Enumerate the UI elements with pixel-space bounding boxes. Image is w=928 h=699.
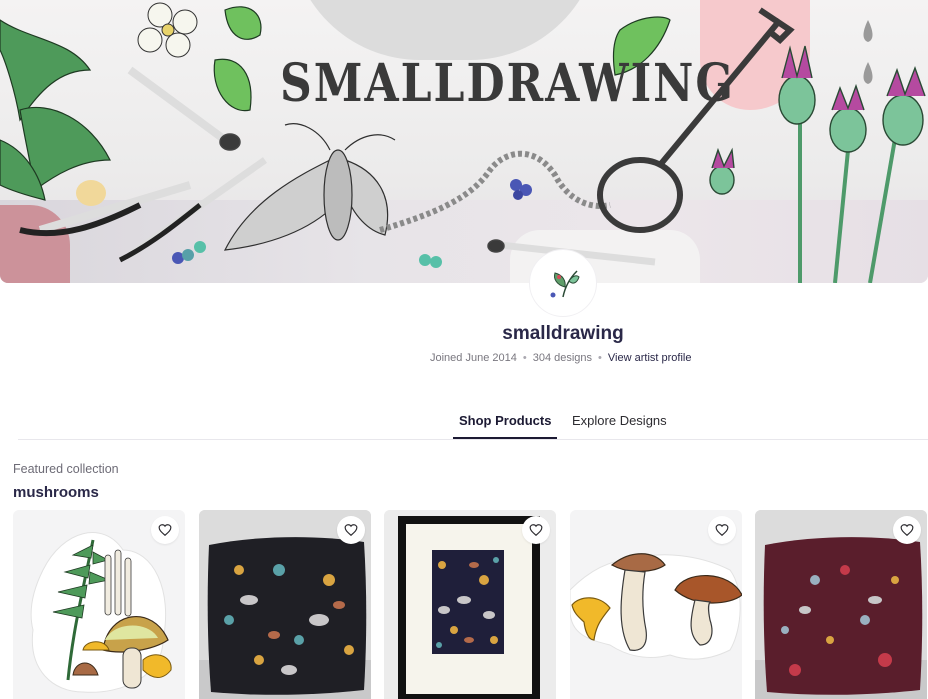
product-card[interactable] <box>13 510 185 699</box>
favorite-button[interactable] <box>522 516 550 544</box>
tab-explore-designs[interactable]: Explore Designs <box>572 413 667 439</box>
heart-icon <box>158 524 172 537</box>
banner-title: SMALLDRAWING <box>280 52 735 115</box>
artist-meta: Joined June 2014 • 304 designs • View artist… <box>430 352 691 364</box>
product-card[interactable] <box>570 510 742 699</box>
white-flower-icon <box>137 2 198 58</box>
moth-icon <box>223 123 396 251</box>
shop-tabs: Shop Products Explore Designs <box>18 410 928 440</box>
heart-icon <box>900 524 914 537</box>
sprig-logo-icon <box>550 270 580 298</box>
meta-separator: • <box>522 352 527 364</box>
product-card[interactable] <box>755 510 927 699</box>
artist-name: smalldrawing <box>502 323 624 344</box>
collection-title[interactable]: mushrooms <box>13 484 99 501</box>
favorite-button[interactable] <box>893 516 921 544</box>
fern-leaf-icon <box>0 19 111 201</box>
meta-separator: • <box>598 352 602 364</box>
braided-cord-icon <box>379 150 611 233</box>
shop-banner: SMALLDRAWING <box>0 0 928 283</box>
joined-date: Joined June 2014 <box>430 352 517 364</box>
heart-icon <box>529 524 543 537</box>
tab-shop-products[interactable]: Shop Products <box>453 413 558 439</box>
view-artist-profile-link[interactable]: View artist profile <box>608 352 692 364</box>
featured-collection-label: Featured collection <box>13 462 119 476</box>
heart-icon <box>715 524 729 537</box>
product-card[interactable] <box>199 510 371 699</box>
banner-illustration <box>0 2 926 283</box>
thistle-icon <box>709 45 926 283</box>
design-count: 304 designs <box>532 352 593 364</box>
favorite-button[interactable] <box>708 516 736 544</box>
heart-icon <box>344 524 358 537</box>
artist-avatar[interactable] <box>530 250 596 316</box>
product-card[interactable] <box>384 510 556 699</box>
favorite-button[interactable] <box>151 516 179 544</box>
favorite-button[interactable] <box>337 516 365 544</box>
drop-icon <box>863 20 873 84</box>
